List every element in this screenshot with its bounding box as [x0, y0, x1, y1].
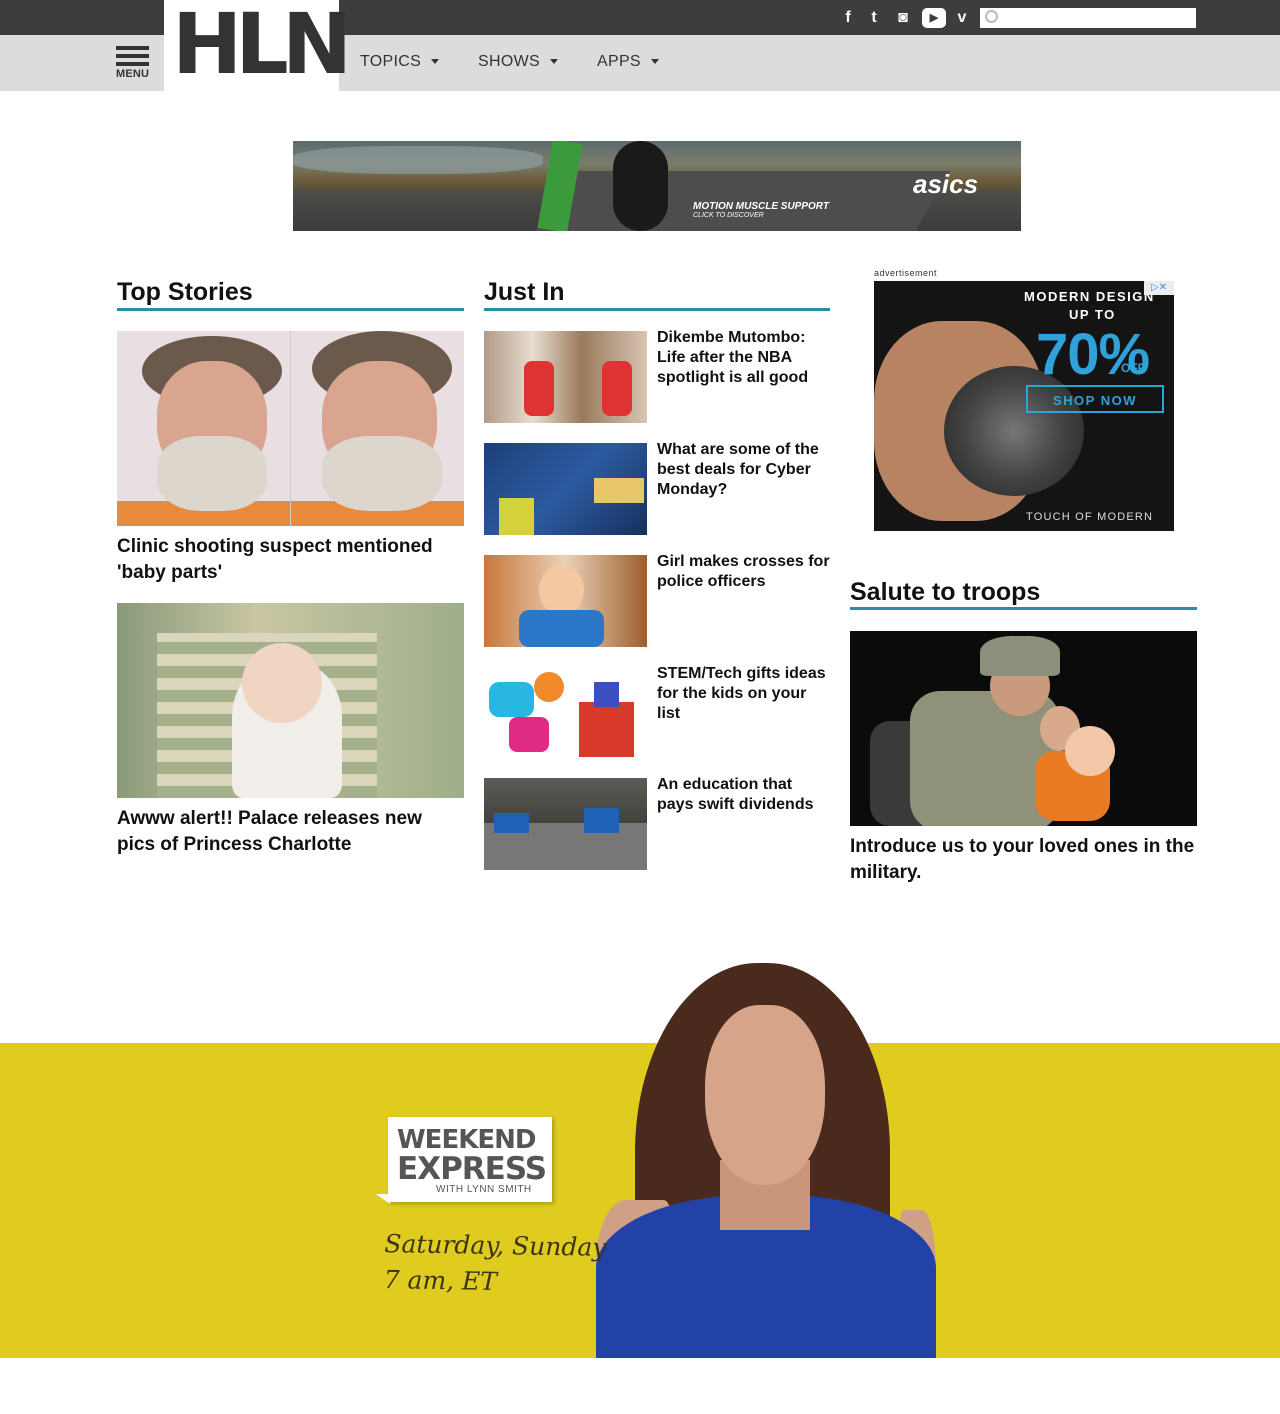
banner-ad[interactable]: MOTION MUSCLE SUPPORT CLICK TO DISCOVER a…: [293, 141, 1021, 231]
search-input[interactable]: [980, 8, 1196, 28]
story-image[interactable]: [850, 631, 1197, 826]
chevron-down-icon: [650, 59, 659, 65]
youtube-icon[interactable]: ▶: [922, 8, 946, 28]
shop-now-button[interactable]: SHOP NOW: [1026, 385, 1164, 413]
image-detail: [499, 498, 534, 535]
hamburger-icon: [116, 46, 149, 50]
story-thumbnail[interactable]: [484, 555, 647, 647]
show-logo-line1: WEEKEND: [397, 1125, 536, 1155]
ad-off: OFF: [1121, 361, 1145, 375]
ad-line2: UP TO: [1069, 307, 1116, 322]
site-logo[interactable]: HLN: [172, 2, 352, 86]
story-thumbnail[interactable]: [484, 443, 647, 535]
adchoices-icon[interactable]: ▷✕: [1144, 281, 1174, 295]
image-detail: [519, 610, 604, 647]
image-detail: [489, 682, 534, 717]
image-detail: [534, 672, 564, 702]
story-headline[interactable]: Clinic shooting suspect mentioned 'baby …: [117, 534, 464, 586]
ad-tagline: MOTION MUSCLE SUPPORT CLICK TO DISCOVER: [693, 201, 829, 219]
vine-icon[interactable]: v: [952, 8, 972, 28]
image-detail: [1065, 726, 1115, 776]
image-detail: [290, 331, 291, 526]
ad-tagline-text: MOTION MUSCLE SUPPORT: [693, 201, 829, 212]
ad-image-runner-leg: [613, 141, 668, 231]
chevron-down-icon: [431, 59, 440, 65]
nav-topics-label: TOPICS: [360, 53, 422, 70]
nav-apps-label: APPS: [597, 53, 641, 70]
image-detail: [594, 682, 619, 707]
story-thumbnail[interactable]: [484, 331, 647, 423]
story-image[interactable]: [117, 603, 464, 798]
image-detail: [242, 643, 322, 723]
story-headline[interactable]: Girl makes crosses for police officers: [657, 552, 832, 592]
nav-shows-label: SHOWS: [478, 53, 540, 70]
story-headline[interactable]: STEM/Tech gifts ideas for the kids on yo…: [657, 664, 832, 724]
image-detail: [157, 436, 267, 511]
section-divider: [850, 607, 1197, 610]
side-ad[interactable]: MODERN DESIGN UP TO 70% OFF SHOP NOW TOU…: [874, 281, 1174, 531]
ad-footer: TOUCH OF MODERN: [1026, 511, 1154, 523]
story-headline[interactable]: Introduce us to your loved ones in the m…: [850, 834, 1197, 886]
host-photo-detail: [705, 1005, 825, 1185]
show-logo-line2: EXPRESS: [397, 1151, 547, 1187]
image-detail: [509, 717, 549, 752]
section-divider: [117, 308, 464, 311]
show-schedule: Saturday, Sunday 7 am, ET: [383, 1226, 606, 1302]
instagram-icon[interactable]: ◙: [893, 8, 913, 28]
show-days: Saturday, Sunday: [384, 1229, 607, 1262]
hamburger-icon-bar: [116, 54, 149, 58]
story-thumbnail[interactable]: [484, 778, 647, 870]
image-detail: [594, 478, 644, 503]
ad-subtag: CLICK TO DISCOVER: [693, 212, 764, 219]
story-headline[interactable]: Dikembe Mutombo: Life after the NBA spot…: [657, 328, 832, 388]
image-detail: [602, 361, 632, 416]
nav-apps[interactable]: APPS: [597, 53, 659, 71]
ad-brand-logo: asics: [913, 169, 979, 199]
image-detail: [322, 436, 442, 511]
nav-shows[interactable]: SHOWS: [478, 53, 558, 71]
menu-label: MENU: [116, 68, 150, 80]
ad-line1: MODERN DESIGN: [1024, 289, 1155, 304]
image-detail: [494, 813, 529, 833]
image-detail: [579, 702, 634, 757]
story-headline[interactable]: What are some of the best deals for Cybe…: [657, 440, 832, 500]
image-detail: [524, 361, 554, 416]
hamburger-icon-bar: [116, 62, 149, 66]
image-detail: [980, 636, 1060, 676]
image-detail: [539, 565, 584, 615]
ad-image-lake: [293, 146, 543, 174]
search-icon: [985, 10, 998, 23]
story-image[interactable]: [117, 331, 464, 526]
salute-heading: Salute to troops: [850, 578, 1041, 606]
story-headline[interactable]: Awww alert!! Palace releases new pics of…: [117, 806, 464, 858]
show-time: 7 am, ET: [383, 1265, 498, 1297]
menu-button[interactable]: MENU: [116, 44, 152, 82]
ad-percent: 70%: [1036, 322, 1150, 387]
section-divider: [484, 308, 830, 311]
nav-topics[interactable]: TOPICS: [360, 53, 440, 71]
advertisement-label: advertisement: [874, 268, 938, 278]
facebook-icon[interactable]: f: [838, 8, 858, 28]
chevron-down-icon: [549, 59, 558, 65]
story-thumbnail[interactable]: [484, 667, 647, 759]
just-in-heading: Just In: [484, 278, 565, 306]
show-host-line: WITH LYNN SMITH: [436, 1184, 532, 1195]
image-detail: [584, 808, 619, 833]
twitter-icon[interactable]: t: [864, 8, 884, 28]
show-logo[interactable]: WEEKEND EXPRESS WITH LYNN SMITH: [388, 1117, 552, 1202]
top-stories-heading: Top Stories: [117, 278, 253, 306]
story-headline[interactable]: An education that pays swift dividends: [657, 775, 832, 815]
